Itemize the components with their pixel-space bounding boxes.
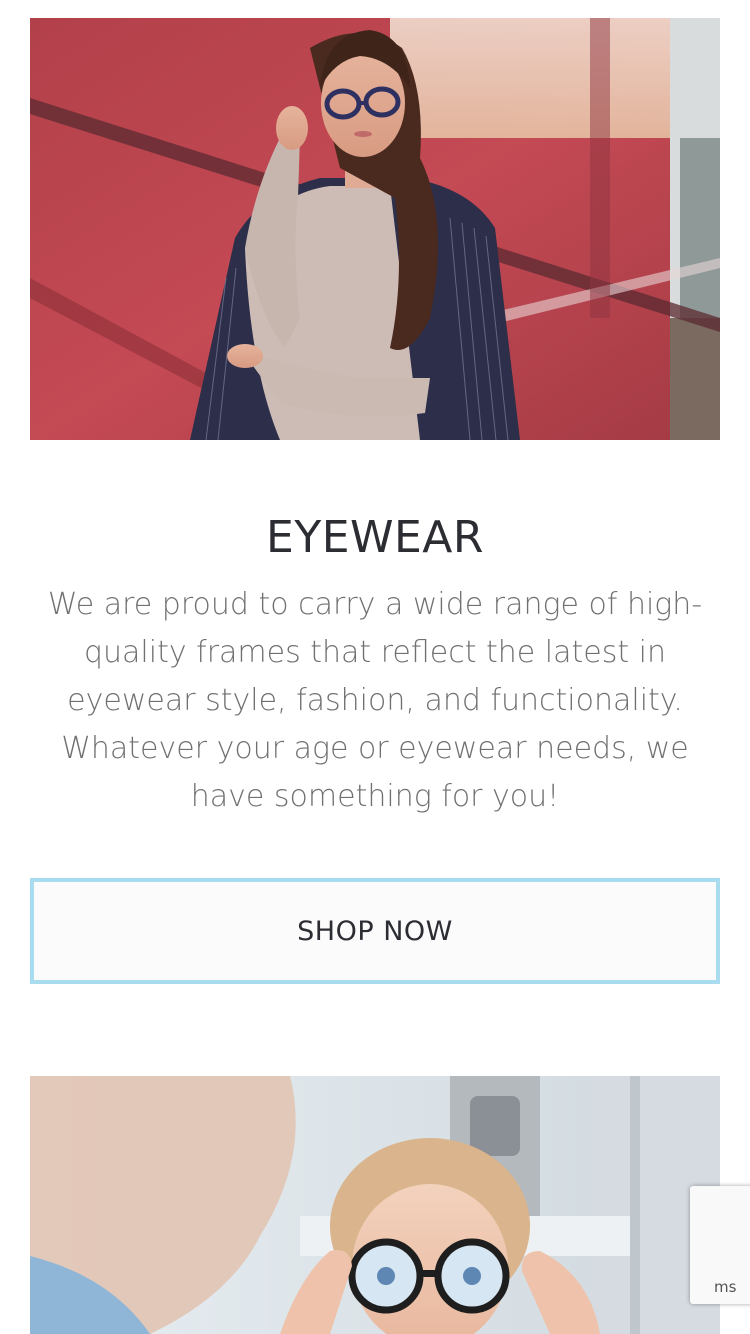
child-fitting-image <box>30 1076 720 1334</box>
shop-now-button[interactable]: SHOP NOW <box>30 878 720 984</box>
recaptcha-terms-text[interactable]: ms <box>714 1278 736 1296</box>
section-title: EYEWEAR <box>266 512 484 563</box>
section-description: We are proud to carry a wide range of hi… <box>47 587 703 814</box>
eyewear-hero-image <box>30 18 720 440</box>
woman-glasses-photo <box>30 18 720 440</box>
child-glasses-photo <box>30 1076 720 1334</box>
page: EYEWEAR We are proud to carry a wide ran… <box>0 0 750 1334</box>
shop-now-label: SHOP NOW <box>297 915 453 947</box>
recaptcha-badge[interactable]: ms <box>690 1186 750 1304</box>
